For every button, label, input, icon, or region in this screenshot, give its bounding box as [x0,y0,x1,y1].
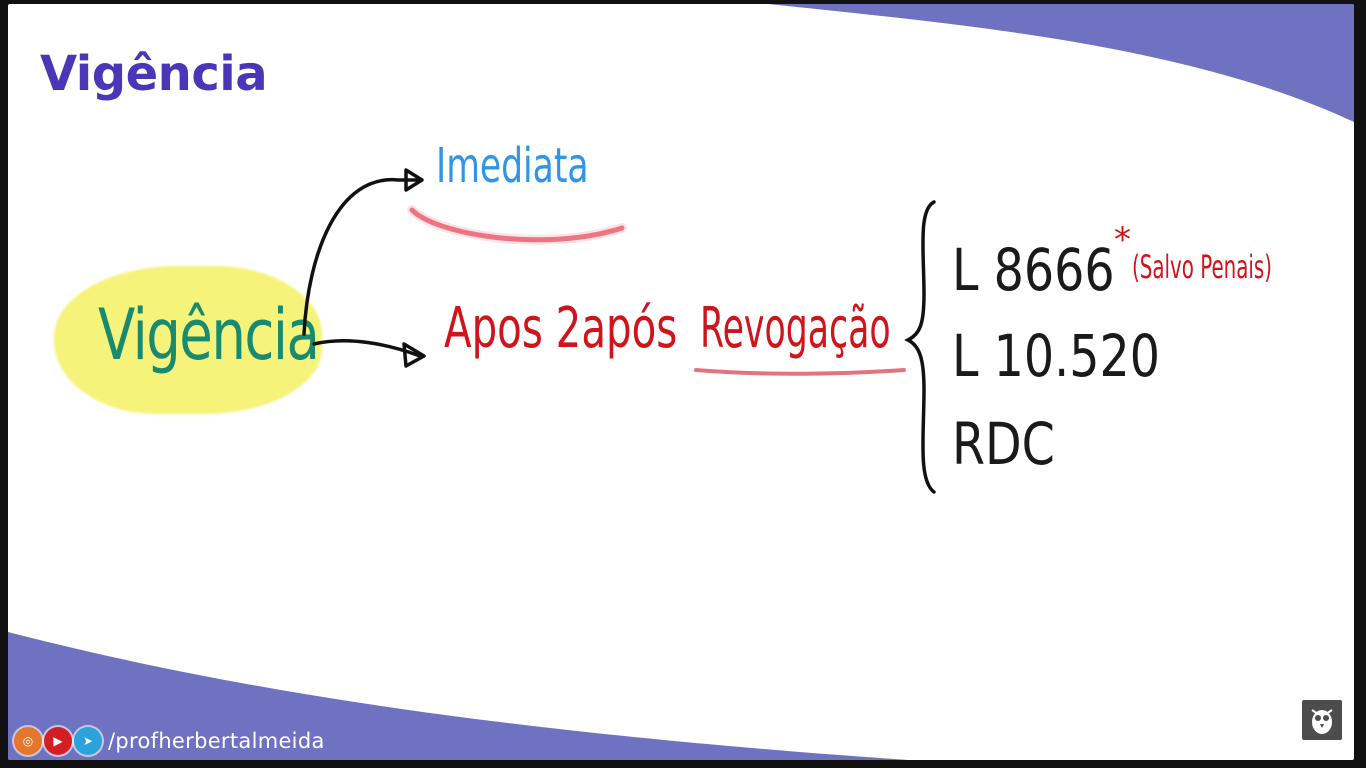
law-item: RDC [952,410,1055,478]
underline-revocation [694,368,906,376]
arrow-to-immediate [302,178,422,336]
branch-after-prefix: Apos 2após [444,296,678,361]
telegram-icon[interactable]: ➤ [74,727,102,755]
law-note: (Salvo Penais) [1132,248,1272,286]
branch-revocation-label: Revogação [700,296,891,361]
owl-logo-icon [1302,700,1342,740]
law-note-asterisk: * [1114,220,1131,260]
curly-brace [904,200,936,494]
law-item: L 8666 [952,236,1115,304]
law-item: L 10.520 [952,322,1161,390]
social-footer: ◎ ▶ ➤ /profherbertalmeida [14,726,325,756]
branch-immediate-label: Imediata [436,138,589,194]
slide-canvas: Vigência Vigência Imediata Apos 2após Re… [8,4,1354,760]
instagram-icon[interactable]: ◎ [14,727,42,755]
social-handle: /profherbertalmeida [108,729,325,753]
youtube-icon[interactable]: ▶ [44,727,72,755]
underline-immediate-glow [407,205,627,245]
